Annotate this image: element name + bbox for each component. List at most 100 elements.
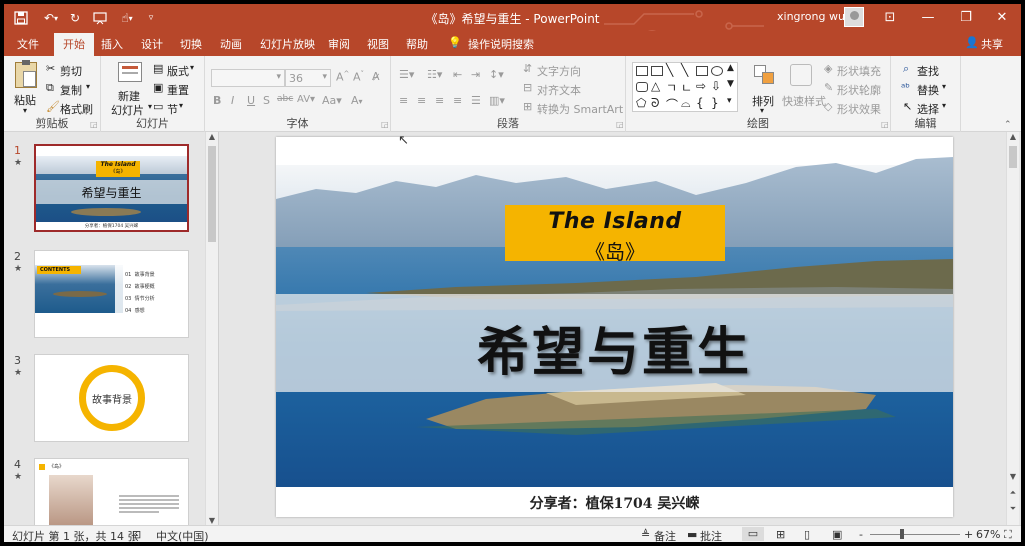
text-box-shape-icon[interactable] [636, 66, 648, 76]
right-brace-shape-icon[interactable]: } [711, 96, 719, 110]
tell-me-search[interactable]: 操作说明搜索 [468, 36, 534, 52]
tab-slideshow[interactable]: 幻灯片放映 [260, 36, 315, 52]
slideshow-from-start-icon[interactable] [90, 9, 110, 27]
dialog-launcher-icon[interactable]: ◲ [90, 120, 98, 129]
select-dropdown-icon[interactable]: ▾ [942, 101, 946, 110]
customize-quick-access-icon[interactable]: ▿ [144, 9, 158, 27]
layout-button[interactable]: 版式 [167, 63, 189, 79]
paste-dropdown-icon[interactable]: ▾ [23, 106, 27, 115]
gallery-up-icon[interactable]: ▲ [727, 63, 734, 73]
change-case-icon[interactable]: Aa▾ [322, 94, 342, 107]
scrollbar-thumb[interactable] [208, 146, 216, 242]
text-shadow-icon[interactable]: S [263, 94, 270, 107]
copy-button[interactable]: 复制 [60, 82, 82, 98]
select-icon[interactable]: ↖ [903, 100, 912, 113]
text-box-vertical-shape-icon[interactable] [651, 66, 663, 76]
arrow-line-shape-icon[interactable]: ╲ [681, 63, 688, 77]
elbow-connector-icon[interactable]: ㄱ [666, 79, 677, 96]
slide-scrollbar[interactable]: ▲ ▼ ⏶ ⏷ [1006, 132, 1019, 525]
font-name-input[interactable]: ▾ [211, 69, 285, 87]
reset-button[interactable]: 重置 [167, 82, 189, 98]
scribble-shape-icon[interactable]: ᘐ [651, 96, 659, 111]
redo-icon[interactable]: ↻ [66, 9, 84, 27]
slide-title-en[interactable]: The Island [505, 209, 725, 234]
smartart-icon[interactable]: ⊞ [523, 100, 532, 113]
section-dropdown-icon[interactable]: ▾ [179, 101, 183, 110]
spell-check-icon[interactable]: ⊡ [132, 528, 141, 541]
copy-icon[interactable]: ⧉ [46, 81, 54, 95]
shapes-gallery[interactable]: ╲ ╲ △ ㄱ ㄴ ⇨ ⇩ ⬠ ᘐ ⌒ ⌓ { } ▲ ▼ ▾ [632, 62, 738, 112]
shape-outline-button[interactable]: 形状轮廓 [837, 82, 881, 98]
align-left-icon[interactable]: ≡ [399, 94, 408, 107]
line-shape-icon[interactable]: ╲ [666, 63, 673, 77]
ribbon-display-options-icon[interactable]: ⊡ [871, 4, 909, 31]
slide-presenter[interactable]: 分享者：植保1704 吴兴嵘 [276, 493, 953, 513]
tab-help[interactable]: 帮助 [406, 36, 428, 52]
collapse-ribbon-icon[interactable]: ⌃ [1004, 120, 1012, 130]
align-right-icon[interactable]: ≡ [435, 94, 444, 107]
scrollbar-thumb[interactable] [1009, 146, 1017, 168]
slide-sorter-view-icon[interactable]: ⊞ [776, 528, 785, 541]
gallery-more-icon[interactable]: ▾ [727, 96, 732, 106]
undo-icon[interactable]: ↶ ▾ [38, 9, 64, 27]
fit-to-window-icon[interactable]: ⛶ [1004, 528, 1012, 542]
tab-animations[interactable]: 动画 [220, 36, 242, 52]
right-arrow-shape-icon[interactable]: ⇨ [696, 79, 706, 93]
slide-main-title[interactable]: 希望与重生 [276, 310, 953, 385]
curved-connector-icon[interactable]: ㄴ [681, 79, 692, 96]
tab-transitions[interactable]: 切换 [180, 36, 202, 52]
slide-thumbnail-1[interactable]: The Island 《岛》 希望与重生 分享者：植保1704 吴兴嵘 [34, 144, 189, 232]
numbering-icon[interactable]: ☷▾ [427, 68, 442, 81]
share-button[interactable]: 共享 [981, 36, 1003, 52]
reading-view-icon[interactable]: ▯ [804, 528, 810, 541]
tab-review[interactable]: 审阅 [328, 36, 350, 52]
shape-fill-button[interactable]: 形状填充 [837, 63, 881, 79]
slide-thumbnail-3[interactable]: 故事背景 [34, 354, 189, 442]
shape-fill-icon[interactable]: ◈ [824, 62, 832, 75]
tab-insert[interactable]: 插入 [101, 36, 123, 52]
decrease-indent-icon[interactable]: ⇤ [453, 68, 462, 81]
scroll-up-icon[interactable]: ▲ [206, 132, 218, 141]
dialog-launcher-icon[interactable]: ◲ [616, 120, 624, 129]
next-slide-icon[interactable]: ⏷ [1007, 504, 1019, 514]
replace-dropdown-icon[interactable]: ▾ [942, 82, 946, 91]
slide-thumbnail-2[interactable]: CONTENTS 01 故事背景 02 故事梗概 03 情节分析 04 感想 [34, 250, 189, 338]
shape-effects-icon[interactable]: ◇ [824, 100, 832, 113]
comments-button[interactable]: 批注 [700, 528, 722, 542]
arrange-dropdown-icon[interactable]: ▾ [760, 106, 764, 115]
quick-styles-icon[interactable] [790, 64, 812, 86]
cut-button[interactable]: 剪切 [60, 63, 82, 79]
slide-thumbnail-4[interactable]: 《岛》 [34, 458, 189, 526]
curve-shape-icon[interactable]: ⌓ [681, 96, 691, 111]
down-arrow-shape-icon[interactable]: ⇩ [711, 79, 721, 93]
paste-icon[interactable] [15, 60, 37, 88]
text-direction-icon[interactable]: ⇵ [523, 62, 532, 75]
zoom-in-button[interactable]: + [964, 528, 973, 541]
gallery-down-icon[interactable]: ▼ [727, 79, 734, 89]
tab-design[interactable]: 设计 [141, 36, 163, 52]
bullets-icon[interactable]: ☰▾ [399, 68, 414, 81]
close-button[interactable]: ✕ [983, 4, 1021, 31]
left-brace-shape-icon[interactable]: { [696, 96, 704, 110]
restore-button[interactable]: ❐ [947, 4, 985, 31]
format-painter-icon[interactable]: 🖌 [46, 100, 60, 113]
scissors-icon[interactable]: ✂ [46, 62, 55, 75]
freeform-shape-icon[interactable]: ⬠ [636, 96, 646, 110]
find-icon[interactable]: ⌕ [903, 62, 909, 76]
font-size-input[interactable]: 36 ▾ [285, 69, 331, 87]
avatar[interactable] [844, 7, 864, 27]
triangle-shape-icon[interactable]: △ [651, 79, 660, 93]
italic-icon[interactable]: I [231, 94, 234, 107]
new-slide-icon[interactable] [118, 62, 142, 82]
section-icon[interactable]: ▭ [153, 100, 163, 113]
tab-home[interactable]: 开始 [54, 33, 94, 56]
new-slide-dropdown-icon[interactable]: ▾ [148, 102, 152, 111]
replace-icon[interactable]: ᵃᵇ [901, 81, 910, 94]
decrease-font-size-icon[interactable]: A˅ [353, 70, 364, 84]
tab-file[interactable]: 文件 [17, 36, 39, 52]
bold-icon[interactable]: B [213, 94, 221, 107]
columns-icon[interactable]: ▥▾ [489, 94, 505, 107]
scroll-down-icon[interactable]: ▼ [1007, 472, 1019, 481]
notes-button[interactable]: 备注 [654, 528, 676, 542]
slide-canvas[interactable]: The Island 《岛》 希望与重生 分享者：植保1704 吴兴嵘 [276, 137, 953, 517]
